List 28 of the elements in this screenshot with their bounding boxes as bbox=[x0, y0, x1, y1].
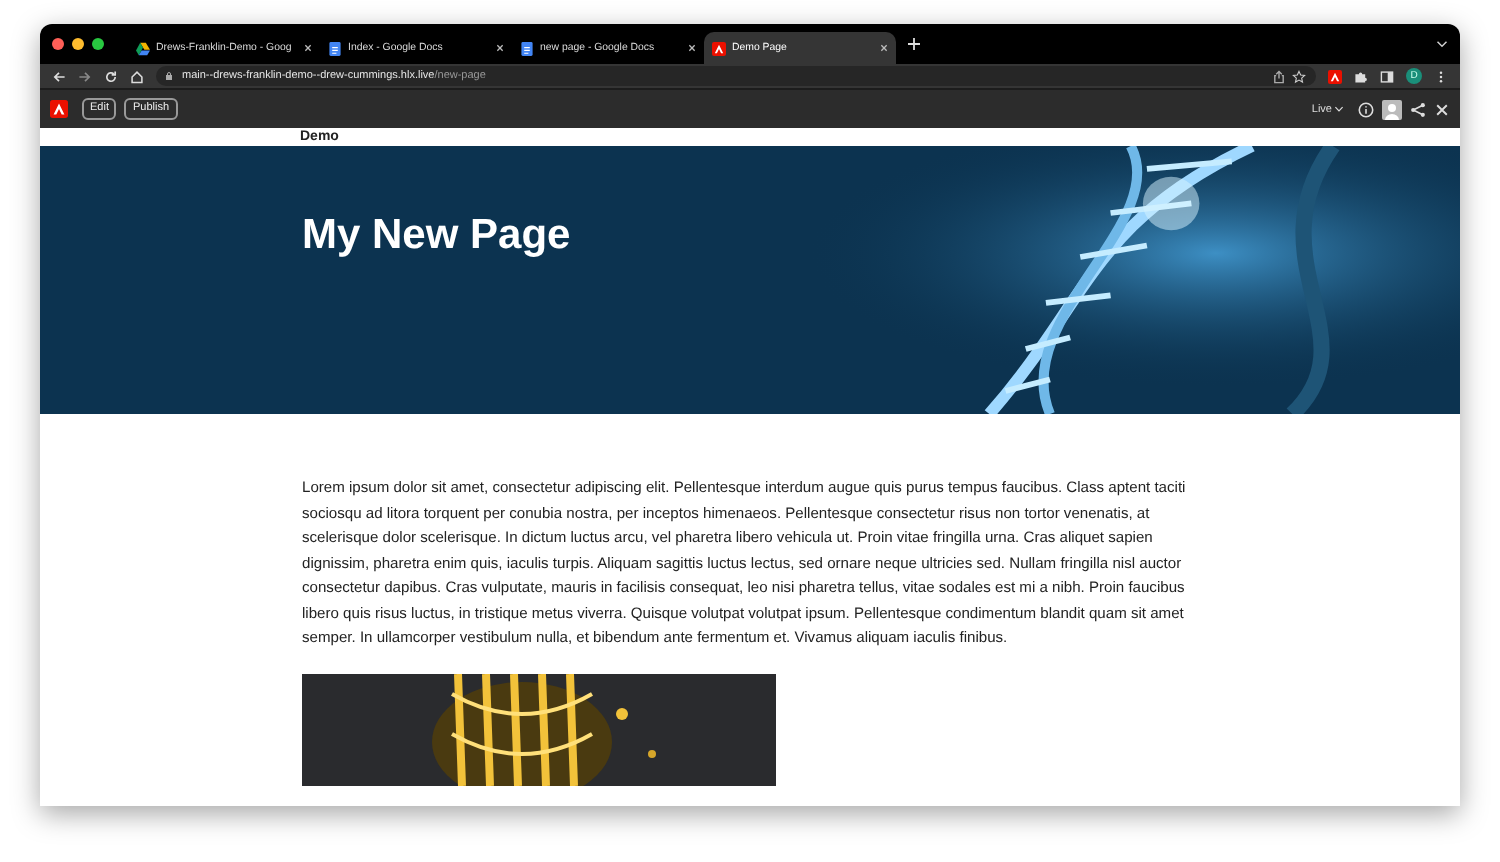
home-icon[interactable] bbox=[130, 69, 144, 83]
close-icon[interactable] bbox=[304, 44, 312, 52]
close-icon[interactable] bbox=[688, 44, 696, 52]
user-avatar-icon[interactable] bbox=[1382, 99, 1402, 119]
new-tab-icon[interactable] bbox=[908, 38, 920, 50]
chevron-down-icon bbox=[1334, 106, 1344, 112]
window-controls-icon[interactable] bbox=[52, 38, 104, 50]
app-logo-icon bbox=[712, 41, 726, 55]
page-title: My New Page bbox=[300, 210, 573, 260]
document-icon bbox=[520, 41, 534, 55]
app-logo-icon[interactable] bbox=[50, 100, 68, 118]
more-icon[interactable] bbox=[1434, 69, 1448, 83]
puzzle-icon[interactable] bbox=[1354, 69, 1368, 83]
close-icon[interactable] bbox=[880, 44, 888, 52]
close-icon[interactable] bbox=[1434, 101, 1450, 117]
close-icon[interactable] bbox=[496, 44, 504, 52]
document-icon bbox=[328, 41, 342, 55]
sidebar-icon[interactable] bbox=[1380, 69, 1394, 83]
info-icon[interactable] bbox=[1358, 101, 1374, 117]
chevron-down-icon[interactable] bbox=[1436, 40, 1448, 48]
star-icon[interactable] bbox=[1292, 69, 1306, 83]
extension-icon[interactable] bbox=[1328, 69, 1342, 83]
reload-icon[interactable] bbox=[104, 69, 118, 83]
lock-icon bbox=[166, 72, 172, 80]
share-icon[interactable] bbox=[1272, 69, 1286, 83]
forward-icon[interactable] bbox=[78, 69, 92, 83]
back-icon[interactable] bbox=[52, 69, 66, 83]
drive-icon bbox=[136, 41, 150, 55]
